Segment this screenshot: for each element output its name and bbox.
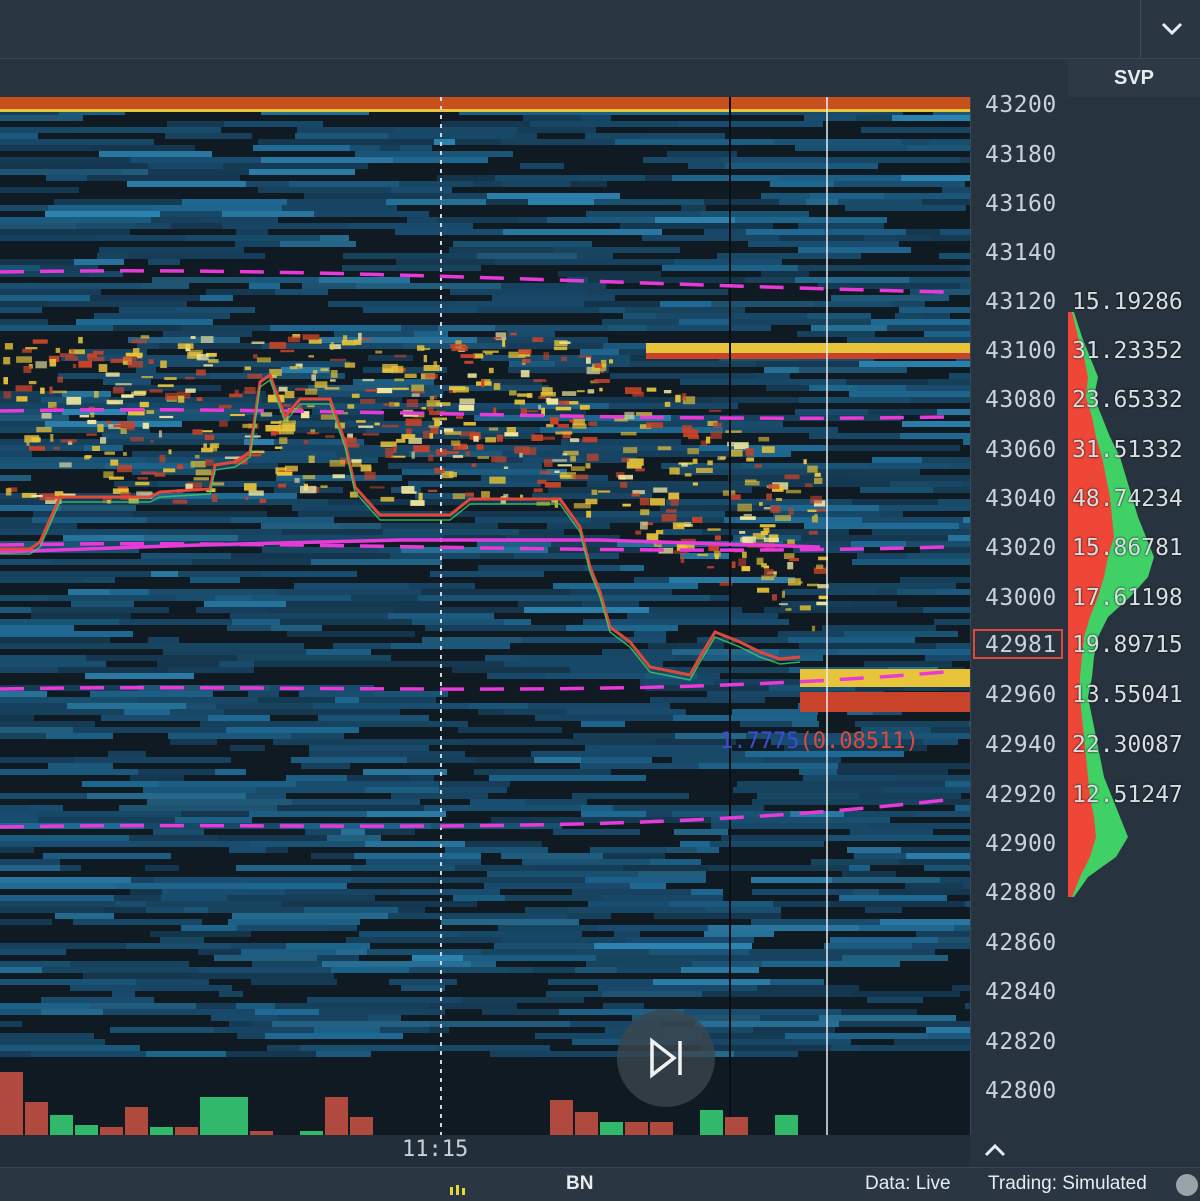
- skip-to-live-button[interactable]: [617, 1009, 715, 1107]
- price-label: 43160: [985, 191, 1057, 217]
- price-label: 43140: [985, 240, 1057, 266]
- volume-bar: [50, 1115, 73, 1135]
- price-label: 43040: [985, 486, 1057, 512]
- price-label: 42940: [985, 732, 1057, 758]
- svp-value: 19.89715: [1072, 632, 1183, 658]
- connection-status-icon: [1176, 1174, 1198, 1196]
- price-label: 43180: [985, 142, 1057, 168]
- price-label: 43200: [985, 92, 1057, 118]
- order-wall: [646, 343, 970, 353]
- trading-status[interactable]: Trading: Simulated: [988, 1173, 1147, 1195]
- price-label: 42800: [985, 1078, 1057, 1104]
- time-axis[interactable]: 11:15: [0, 1135, 970, 1167]
- toolbar-divider: [1140, 0, 1141, 58]
- price-label: 42820: [985, 1029, 1057, 1055]
- volume-bar: [125, 1107, 148, 1135]
- volume-bar: [350, 1117, 373, 1135]
- heatmap-canvas: [0, 97, 970, 1135]
- volume-bar: [25, 1102, 48, 1135]
- volume-bar: [75, 1125, 98, 1135]
- volume-bar: [150, 1127, 173, 1135]
- chevron-down-icon: [1161, 22, 1183, 36]
- volume-bar: [175, 1127, 198, 1135]
- svp-value: 22.30087: [1072, 732, 1183, 758]
- svp-value: 48.74234: [1072, 486, 1183, 512]
- svp-value: 13.55041: [1072, 682, 1183, 708]
- status-bar: BN Data: Live Trading: Simulated: [0, 1167, 1200, 1201]
- price-label: 43060: [985, 437, 1057, 463]
- svp-panel: 15.19286 31.23352 23.65332 31.51332 48.74234…: [1068, 97, 1200, 1135]
- volume-bar: [700, 1110, 723, 1135]
- volume-bar: [100, 1127, 123, 1135]
- exchange-label: BN: [566, 1173, 594, 1194]
- svp-value: 17.61198: [1072, 585, 1183, 611]
- dropdown-button[interactable]: [1150, 10, 1194, 48]
- svp-value: 23.65332: [1072, 387, 1183, 413]
- volume-bar: [575, 1112, 598, 1135]
- price-label: 42880: [985, 880, 1057, 906]
- svp-value: 15.86781: [1072, 535, 1183, 561]
- volume-bar: [200, 1097, 248, 1135]
- price-label: 42960: [985, 682, 1057, 708]
- price-label: 43080: [985, 387, 1057, 413]
- price-label: 42981: [985, 632, 1057, 658]
- current-delta-value: (0.08511): [799, 729, 919, 754]
- price-label: 42920: [985, 782, 1057, 808]
- skip-forward-icon: [650, 1037, 682, 1079]
- volume-bar: [325, 1097, 348, 1135]
- collapse-button[interactable]: [982, 1139, 1008, 1165]
- current-price-marker: 1.7775(0.08511): [720, 729, 919, 754]
- top-toolbar: [0, 0, 1200, 59]
- price-axis[interactable]: 43200 43180 43160 43140 43120 43100 43080 43060…: [970, 92, 1069, 1135]
- svp-value: 31.51332: [1072, 437, 1183, 463]
- chart-header-bar: [0, 59, 1068, 97]
- svp-value: 15.19286: [1072, 289, 1183, 315]
- price-label: 42860: [985, 930, 1057, 956]
- price-label: 43000: [985, 585, 1057, 611]
- svp-tab-label: SVP: [1113, 66, 1155, 89]
- volume-bar: [600, 1122, 623, 1135]
- volume-bar: [775, 1115, 798, 1135]
- price-label: 43020: [985, 535, 1057, 561]
- heatmap-chart[interactable]: 1.7775(0.08511): [0, 97, 970, 1135]
- resistance-band: [0, 97, 970, 109]
- volume-bar: [0, 1072, 23, 1135]
- time-label: 11:15: [402, 1137, 469, 1162]
- price-label: 42840: [985, 979, 1057, 1005]
- current-size-value: 1.7775: [720, 729, 800, 754]
- svp-tab[interactable]: SVP: [1068, 59, 1200, 97]
- chevron-up-icon: [984, 1143, 1006, 1157]
- volume-bar: [550, 1100, 573, 1135]
- svp-value: 12.51247: [1072, 782, 1183, 808]
- volume-bar: [725, 1117, 748, 1135]
- data-status: Data: Live: [865, 1173, 951, 1194]
- activity-indicator-icon: [450, 1185, 474, 1195]
- volume-bar: [625, 1122, 648, 1135]
- volume-panel-bar: [970, 1135, 1200, 1167]
- price-label: 42900: [985, 831, 1057, 857]
- price-label: 43120: [985, 289, 1057, 315]
- svp-profile: [1068, 312, 1154, 897]
- price-label: 43100: [985, 338, 1057, 364]
- svp-value: 31.23352: [1072, 338, 1183, 364]
- volume-bar: [650, 1122, 673, 1135]
